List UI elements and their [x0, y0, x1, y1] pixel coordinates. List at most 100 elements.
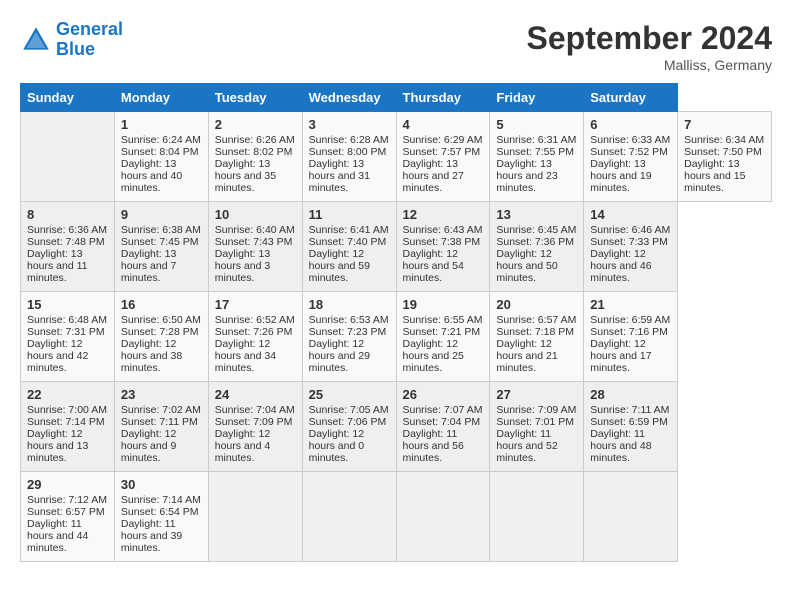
- sunrise-text: Sunrise: 6:53 AM: [309, 314, 390, 326]
- day-number: 27: [496, 387, 577, 402]
- logo-text: General Blue: [56, 20, 123, 60]
- calendar-cell: 2Sunrise: 6:26 AMSunset: 8:02 PMDaylight…: [208, 112, 302, 202]
- sunset-text: Sunset: 7:04 PM: [403, 416, 484, 428]
- sunset-text: Sunset: 7:28 PM: [121, 326, 202, 338]
- sunrise-text: Sunrise: 6:34 AM: [684, 134, 765, 146]
- day-number: 15: [27, 297, 108, 312]
- sunrise-text: Sunrise: 7:14 AM: [121, 494, 202, 506]
- day-number: 9: [121, 207, 202, 222]
- sunrise-text: Sunrise: 7:07 AM: [403, 404, 484, 416]
- sunrise-text: Sunrise: 7:09 AM: [496, 404, 577, 416]
- day-number: 18: [309, 297, 390, 312]
- day-number: 21: [590, 297, 671, 312]
- calendar-cell: 3Sunrise: 6:28 AMSunset: 8:00 PMDaylight…: [302, 112, 396, 202]
- sunrise-text: Sunrise: 7:12 AM: [27, 494, 108, 506]
- daylight-text: Daylight: 12 hours and 21 minutes.: [496, 338, 577, 374]
- logo-blue: Blue: [56, 39, 95, 59]
- daylight-text: Daylight: 13 hours and 19 minutes.: [590, 158, 671, 194]
- day-number: 4: [403, 117, 484, 132]
- day-number: 3: [309, 117, 390, 132]
- day-number: 20: [496, 297, 577, 312]
- sunset-text: Sunset: 7:16 PM: [590, 326, 671, 338]
- daylight-text: Daylight: 12 hours and 38 minutes.: [121, 338, 202, 374]
- daylight-text: Daylight: 12 hours and 42 minutes.: [27, 338, 108, 374]
- daylight-text: Daylight: 13 hours and 11 minutes.: [27, 248, 108, 284]
- calendar-cell: 23Sunrise: 7:02 AMSunset: 7:11 PMDayligh…: [114, 382, 208, 472]
- day-number: 2: [215, 117, 296, 132]
- sunset-text: Sunset: 7:50 PM: [684, 146, 765, 158]
- day-number: 23: [121, 387, 202, 402]
- calendar-cell: [21, 112, 115, 202]
- calendar-cell: 10Sunrise: 6:40 AMSunset: 7:43 PMDayligh…: [208, 202, 302, 292]
- sunset-text: Sunset: 7:01 PM: [496, 416, 577, 428]
- daylight-text: Daylight: 13 hours and 40 minutes.: [121, 158, 202, 194]
- daylight-text: Daylight: 12 hours and 13 minutes.: [27, 428, 108, 464]
- day-header: Thursday: [396, 84, 490, 112]
- sunrise-text: Sunrise: 6:38 AM: [121, 224, 202, 236]
- sunrise-text: Sunrise: 6:46 AM: [590, 224, 671, 236]
- daylight-text: Daylight: 12 hours and 4 minutes.: [215, 428, 296, 464]
- sunrise-text: Sunrise: 7:11 AM: [590, 404, 671, 416]
- calendar-cell: 20Sunrise: 6:57 AMSunset: 7:18 PMDayligh…: [490, 292, 584, 382]
- calendar-cell: 22Sunrise: 7:00 AMSunset: 7:14 PMDayligh…: [21, 382, 115, 472]
- day-header: Wednesday: [302, 84, 396, 112]
- page-header: General Blue September 2024 Malliss, Ger…: [20, 20, 772, 73]
- calendar-cell: 18 Sunrise: 6:53 AMSunset: 7:23 PMDayligh…: [302, 292, 396, 382]
- calendar-cell: [490, 472, 584, 562]
- calendar-cell: 6Sunrise: 6:33 AMSunset: 7:52 PMDaylight…: [584, 112, 678, 202]
- day-number: 19: [403, 297, 484, 312]
- day-number: 29: [27, 477, 108, 492]
- logo: General Blue: [20, 20, 123, 60]
- sunrise-text: Sunrise: 6:55 AM: [403, 314, 484, 326]
- day-header: Sunday: [21, 84, 115, 112]
- sunrise-text: Sunrise: 6:57 AM: [496, 314, 577, 326]
- day-number: 25: [309, 387, 390, 402]
- daylight-text: Daylight: 11 hours and 56 minutes.: [403, 428, 484, 464]
- daylight-text: Daylight: 12 hours and 29 minutes.: [309, 338, 390, 374]
- daylight-text: Daylight: 13 hours and 31 minutes.: [309, 158, 390, 194]
- logo-general: General: [56, 19, 123, 39]
- day-header: Monday: [114, 84, 208, 112]
- sunrise-text: Sunrise: 6:29 AM: [403, 134, 484, 146]
- daylight-text: Daylight: 12 hours and 59 minutes.: [309, 248, 390, 284]
- sunset-text: Sunset: 7:23 PM: [309, 326, 390, 338]
- calendar-cell: 5Sunrise: 6:31 AMSunset: 7:55 PMDaylight…: [490, 112, 584, 202]
- calendar-cell: 15Sunrise: 6:48 AMSunset: 7:31 PMDayligh…: [21, 292, 115, 382]
- header-row: SundayMondayTuesdayWednesdayThursdayFrid…: [21, 84, 772, 112]
- calendar-cell: 12Sunrise: 6:43 AMSunset: 7:38 PMDayligh…: [396, 202, 490, 292]
- sunset-text: Sunset: 7:57 PM: [403, 146, 484, 158]
- sunset-text: Sunset: 7:40 PM: [309, 236, 390, 248]
- daylight-text: Daylight: 12 hours and 0 minutes.: [309, 428, 390, 464]
- sunset-text: Sunset: 7:11 PM: [121, 416, 202, 428]
- sunset-text: Sunset: 7:33 PM: [590, 236, 671, 248]
- calendar-cell: 19Sunrise: 6:55 AMSunset: 7:21 PMDayligh…: [396, 292, 490, 382]
- sunrise-text: Sunrise: 6:28 AM: [309, 134, 390, 146]
- sunrise-text: Sunrise: 6:31 AM: [496, 134, 577, 146]
- calendar-week-row: 1Sunrise: 6:24 AMSunset: 8:04 PMDaylight…: [21, 112, 772, 202]
- calendar-cell: 29Sunrise: 7:12 AMSunset: 6:57 PMDayligh…: [21, 472, 115, 562]
- calendar-cell: 14Sunrise: 6:46 AMSunset: 7:33 PMDayligh…: [584, 202, 678, 292]
- calendar-cell: 16Sunrise: 6:50 AMSunset: 7:28 PMDayligh…: [114, 292, 208, 382]
- sunset-text: Sunset: 8:02 PM: [215, 146, 296, 158]
- calendar-week-row: 8Sunrise: 6:36 AMSunset: 7:48 PMDaylight…: [21, 202, 772, 292]
- daylight-text: Daylight: 12 hours and 50 minutes.: [496, 248, 577, 284]
- daylight-text: Daylight: 12 hours and 25 minutes.: [403, 338, 484, 374]
- sunrise-text: Sunrise: 6:36 AM: [27, 224, 108, 236]
- sunrise-text: Sunrise: 6:50 AM: [121, 314, 202, 326]
- daylight-text: Daylight: 13 hours and 23 minutes.: [496, 158, 577, 194]
- daylight-text: Daylight: 11 hours and 39 minutes.: [121, 518, 202, 554]
- calendar-cell: 21Sunrise: 6:59 AMSunset: 7:16 PMDayligh…: [584, 292, 678, 382]
- calendar-cell: [302, 472, 396, 562]
- sunrise-text: Sunrise: 6:24 AM: [121, 134, 202, 146]
- sunrise-text: Sunrise: 6:43 AM: [403, 224, 484, 236]
- calendar-cell: 7Sunrise: 6:34 AMSunset: 7:50 PMDaylight…: [678, 112, 772, 202]
- day-number: 28: [590, 387, 671, 402]
- sunset-text: Sunset: 7:43 PM: [215, 236, 296, 248]
- day-number: 22: [27, 387, 108, 402]
- sunset-text: Sunset: 7:48 PM: [27, 236, 108, 248]
- sunrise-text: Sunrise: 6:26 AM: [215, 134, 296, 146]
- sunset-text: Sunset: 6:59 PM: [590, 416, 671, 428]
- day-number: 24: [215, 387, 296, 402]
- day-number: 11: [309, 207, 390, 222]
- daylight-text: Daylight: 12 hours and 17 minutes.: [590, 338, 671, 374]
